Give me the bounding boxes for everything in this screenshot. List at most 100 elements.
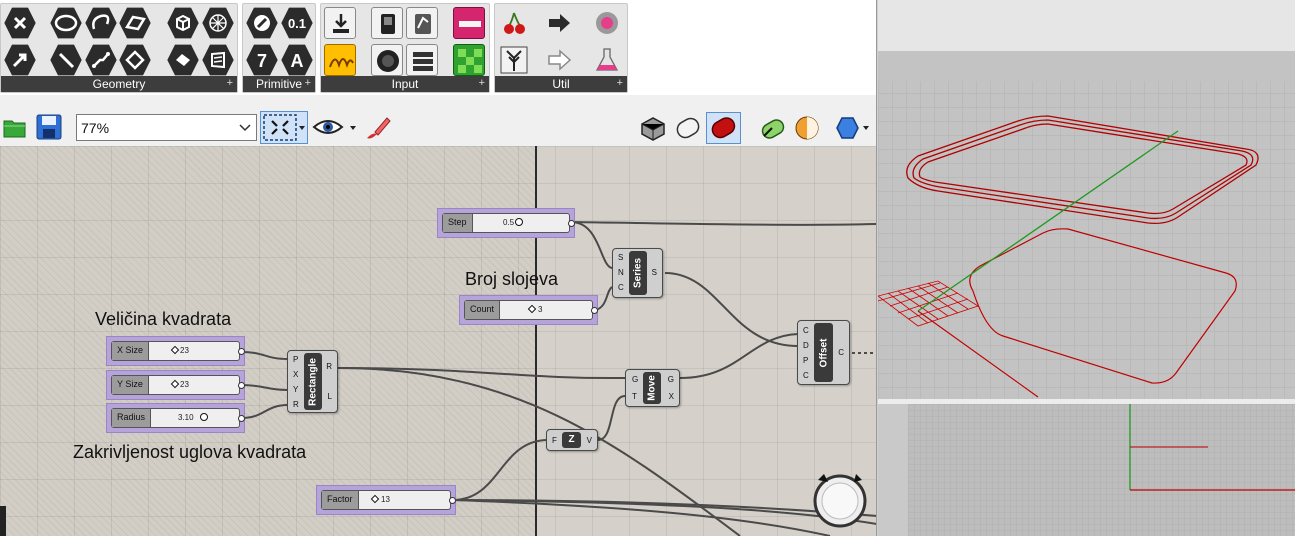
slider-step-name: Step (443, 214, 473, 232)
series-output-s[interactable]: S (652, 268, 657, 277)
gradient-icon[interactable] (453, 7, 485, 39)
canvas-toolbar: 77% (0, 109, 876, 146)
slider-xsize[interactable]: X Size 23 (106, 336, 245, 366)
unitz-output-v[interactable]: V (587, 436, 592, 445)
slider-radius[interactable]: Radius 3.10 (106, 403, 245, 433)
offset-core: Offset (814, 323, 833, 382)
rectangle-output-r[interactable]: R (326, 362, 332, 371)
polyline-param-icon[interactable] (85, 44, 117, 76)
slider-factor[interactable]: Factor 13 (316, 485, 456, 515)
field-param-icon[interactable] (202, 44, 234, 76)
rectangle-input-p[interactable]: P (293, 355, 298, 364)
offset-input-d[interactable]: D (803, 341, 809, 350)
panel-input: Input (320, 3, 490, 93)
slider-ysize[interactable]: Y Size 23 (106, 370, 245, 400)
value-list-icon[interactable] (406, 44, 438, 76)
component-unit-z[interactable]: F Z V (546, 429, 598, 451)
plane-param-icon[interactable] (167, 44, 199, 76)
offset-output-c[interactable]: C (838, 348, 844, 357)
slider-factor-body: Factor 13 (321, 490, 456, 510)
series-input-n[interactable]: N (618, 268, 624, 277)
arrow-right-light-icon[interactable] (543, 44, 575, 76)
preview-selected-button[interactable] (706, 112, 741, 144)
slider-xsize-grip[interactable] (170, 345, 180, 355)
slider-step[interactable]: Step 0.5 (437, 208, 575, 238)
control-knob-icon[interactable] (371, 44, 403, 76)
slider-ysize-grip[interactable] (170, 379, 180, 389)
number-param-icon[interactable]: 0.1 (281, 7, 313, 39)
bake-icon[interactable] (758, 114, 788, 142)
grasshopper-canvas[interactable]: Broj slojeva Veličina kvadrata Zakrivlje… (0, 146, 876, 536)
vector-param-icon[interactable] (4, 44, 36, 76)
offset-input-p[interactable]: P (803, 356, 808, 365)
zoom-combo[interactable]: 77% (76, 114, 257, 141)
panel-primitive-label: Primitive (243, 75, 315, 92)
slider-radius-grip[interactable] (200, 413, 208, 421)
preview-mesh-quality-icon[interactable] (792, 114, 822, 142)
circle-param-icon[interactable] (50, 7, 82, 39)
toggle-icon[interactable] (406, 7, 438, 39)
line-param-icon[interactable] (50, 44, 82, 76)
surface-param-icon[interactable] (119, 7, 151, 39)
eye-icon (312, 120, 356, 134)
offset-input-c[interactable]: C (803, 326, 809, 335)
open-file-icon[interactable] (2, 114, 28, 140)
component-rectangle[interactable]: P X Y R Rectangle R L (287, 350, 338, 413)
integer-param-icon[interactable]: 7 (246, 44, 278, 76)
series-input-s[interactable]: S (618, 253, 623, 262)
graph-mapper-icon[interactable] (324, 44, 356, 76)
rectangle-input-r[interactable]: R (293, 400, 299, 409)
flask-icon[interactable] (591, 44, 623, 76)
slider-count-output[interactable] (591, 307, 598, 314)
note-layers: Broj slojeva (465, 269, 559, 289)
move-input-t[interactable]: T (632, 392, 637, 401)
cherry-picker-icon[interactable] (498, 7, 530, 39)
component-move[interactable]: G T Move G X (625, 369, 680, 407)
zoom-extents-button[interactable] (260, 111, 308, 144)
slider-factor-output[interactable] (449, 497, 456, 504)
offset-input-c2[interactable]: C (803, 371, 809, 380)
slider-step-grip[interactable] (515, 218, 523, 226)
top-viewport[interactable] (878, 404, 1295, 536)
slider-xsize-output[interactable] (238, 348, 245, 355)
rectangle-output-l[interactable]: L (328, 392, 332, 401)
arrow-right-dark-icon[interactable] (543, 7, 575, 39)
tree-icon[interactable] (498, 44, 530, 76)
unitz-label: Z (562, 432, 581, 448)
move-output-x[interactable]: X (669, 392, 674, 401)
rectangle-input-x[interactable]: X (293, 370, 298, 379)
perspective-viewport[interactable] (878, 51, 1295, 400)
move-output-g[interactable]: G (668, 375, 674, 384)
curve-param-icon[interactable] (85, 7, 117, 39)
boolean-param-icon[interactable] (246, 7, 278, 39)
fitness-viewer-icon[interactable] (591, 7, 623, 39)
data-input-icon[interactable] (324, 7, 356, 39)
slider-count[interactable]: Count 3 (459, 295, 598, 325)
preview-wireframe-icon[interactable] (638, 114, 668, 142)
display-options-button[interactable] (832, 114, 872, 142)
component-series[interactable]: S N C Series S (612, 248, 663, 298)
button-object-icon[interactable] (371, 7, 403, 39)
box-param-icon[interactable] (167, 7, 199, 39)
preview-eye-button[interactable] (312, 115, 360, 141)
top-scene (878, 404, 1295, 536)
slider-count-grip[interactable] (527, 304, 537, 314)
mesh-param-icon[interactable] (202, 7, 234, 39)
preview-shaded-icon[interactable] (673, 114, 703, 142)
sketch-pen-icon[interactable] (363, 114, 393, 142)
unitz-input-f[interactable]: F (552, 436, 557, 445)
move-input-g[interactable]: G (632, 375, 638, 384)
brep-param-icon[interactable] (119, 44, 151, 76)
slider-ysize-output[interactable] (238, 382, 245, 389)
slider-step-output[interactable] (568, 220, 575, 227)
slider-radius-output[interactable] (238, 415, 245, 422)
series-input-c[interactable]: C (618, 283, 624, 292)
text-param-icon[interactable]: A (281, 44, 313, 76)
save-file-icon[interactable] (35, 113, 63, 141)
image-sampler-icon[interactable] (453, 44, 485, 76)
geometry-cancel-icon[interactable] (4, 7, 36, 39)
canvas-navigation-widget[interactable] (810, 470, 868, 528)
component-offset[interactable]: C D P C Offset C (797, 320, 850, 385)
rectangle-input-y[interactable]: Y (293, 385, 298, 394)
slider-factor-grip[interactable] (370, 494, 380, 504)
